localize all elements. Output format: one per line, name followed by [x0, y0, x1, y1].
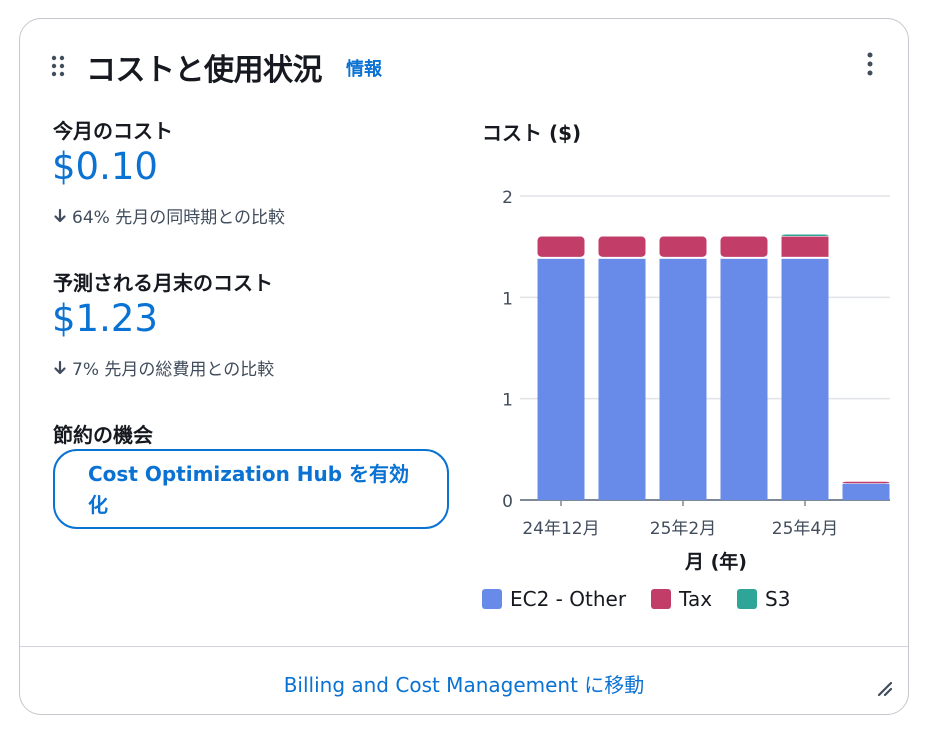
cost-bar-chart: 0 1 1 2 24年12月 25年2月 25年4月月 (年) — [502, 188, 890, 573]
bar-segment-ec2-other — [598, 258, 646, 500]
current-cost-label: 今月のコスト — [53, 119, 173, 143]
arrow-down-icon — [54, 208, 66, 222]
y-tick-label: 1 — [502, 391, 513, 411]
bar-segment-tax — [720, 236, 768, 257]
bar-segment-tax — [659, 236, 707, 257]
bar-segment-ec2-other — [537, 258, 585, 500]
bar-segment-tax — [781, 236, 829, 257]
current-cost-compare: 64% 先月の同時期との比較 — [53, 203, 285, 228]
legend-label: EC2 - Other — [510, 587, 627, 611]
forecast-cost-compare-text: 7% 先月の総費用との比較 — [72, 360, 275, 380]
bar-segment-ec2-other — [720, 258, 768, 500]
forecast-cost-compare: 7% 先月の総費用との比較 — [53, 355, 274, 380]
current-cost-compare-text: 64% 先月の同時期との比較 — [72, 208, 286, 228]
arrow-down-icon — [54, 360, 66, 374]
hub-button-line1: Cost Optimization Hub を有効 — [88, 462, 410, 486]
legend-swatch — [482, 589, 502, 609]
bar-segment-ec2-other — [842, 483, 890, 500]
info-link[interactable]: 情報 — [346, 55, 382, 81]
enable-cost-optimization-hub-button[interactable]: Cost Optimization Hub を有効 化 — [53, 449, 449, 529]
y-tick-label: 0 — [502, 492, 513, 512]
forecast-cost-value: $1.23 — [52, 297, 158, 340]
x-tick-label: 25年4月 — [772, 519, 838, 539]
chart-title: コスト ($) — [482, 121, 582, 145]
drag-handle-icon[interactable] — [50, 54, 66, 78]
legend-swatch — [737, 589, 758, 609]
billing-console-link[interactable]: Billing and Cost Management に移動 — [20, 669, 908, 698]
bar-segment-tax — [598, 236, 646, 257]
legend-item-ec2-other[interactable]: EC2 - Other — [482, 587, 626, 611]
x-axis-label: 月 (年) — [684, 550, 747, 573]
legend-item-tax[interactable]: Tax — [651, 587, 712, 611]
savings-label: 節約の機会 — [53, 423, 153, 447]
bar-segment-tax — [537, 236, 585, 257]
legend-label: Tax — [679, 587, 713, 611]
bar-segment-ec2-other — [659, 258, 707, 500]
bar-segment-ec2-other — [781, 258, 829, 500]
legend-label: S3 — [765, 587, 791, 611]
more-options-icon[interactable] — [860, 49, 880, 79]
x-tick-label: 24年12月 — [522, 519, 599, 539]
resize-handle-icon[interactable] — [875, 679, 893, 697]
hub-button-line2: 化 — [88, 493, 108, 517]
chart-legend: EC2 - Other Tax S3 — [482, 587, 815, 611]
legend-item-s3[interactable]: S3 — [737, 587, 790, 611]
forecast-cost-label: 予測される月末のコスト — [53, 271, 273, 295]
y-tick-label: 1 — [502, 289, 513, 309]
widget-title: コストと使用状況 — [86, 53, 323, 88]
footer-divider — [20, 646, 908, 647]
bar-segment-s3 — [781, 234, 829, 237]
cost-usage-widget: コストと使用状況 情報 今月のコスト $0.10 64% 先月の同時期との比較 … — [19, 18, 909, 715]
legend-swatch — [651, 589, 672, 609]
y-tick-label: 2 — [502, 188, 513, 208]
x-tick-label: 25年2月 — [650, 519, 716, 539]
bar-segment-tax — [842, 481, 890, 484]
current-cost-value: $0.10 — [52, 145, 158, 188]
